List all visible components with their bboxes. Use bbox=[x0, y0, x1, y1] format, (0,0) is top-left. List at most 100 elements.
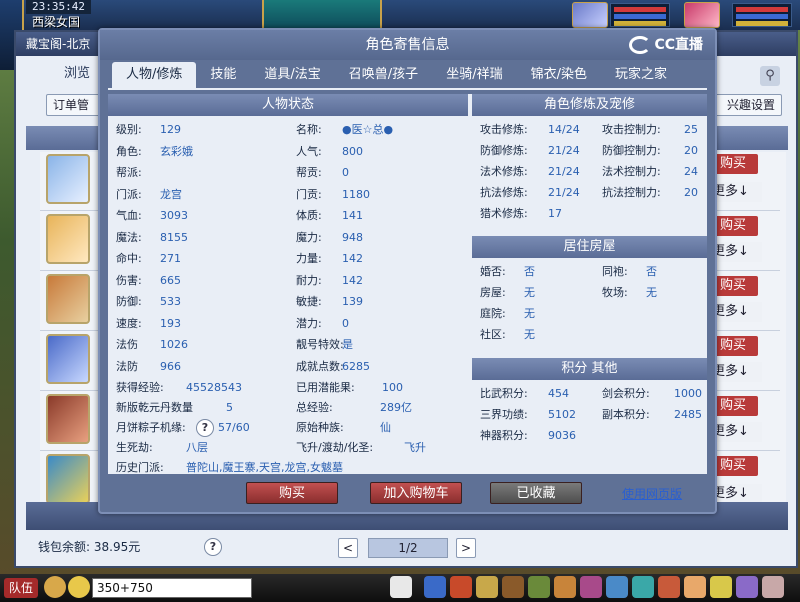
stat-left-value: 龙宫 bbox=[160, 187, 182, 201]
right-panel: 角色修炼及宠修 攻击修炼: 14/24 攻击控制力: 25 防御修炼: 21/24 防御控制… bbox=[472, 94, 707, 474]
listing-avatar[interactable] bbox=[46, 214, 90, 264]
give-icon[interactable] bbox=[476, 576, 498, 598]
pet-avatar[interactable] bbox=[572, 2, 608, 28]
points-grid-a-label: 比武积分: bbox=[480, 387, 528, 400]
microphone-icon[interactable] bbox=[44, 576, 66, 598]
stat-mid-label: 体质: bbox=[296, 209, 322, 222]
item-bag-icon[interactable] bbox=[450, 576, 472, 598]
more-button[interactable]: 更多↓ bbox=[710, 362, 762, 382]
tab-skills[interactable]: 技能 bbox=[196, 62, 250, 88]
listing-item-icon[interactable] bbox=[46, 274, 90, 324]
house-grid-b-row: 同袍: 否 bbox=[602, 262, 657, 282]
stat-left-label: 命中: bbox=[116, 252, 142, 265]
tab-summons-children[interactable]: 召唤兽/孩子 bbox=[335, 62, 432, 88]
favorited-button[interactable]: 已收藏 bbox=[490, 482, 582, 504]
help-icon[interactable]: ? bbox=[196, 419, 214, 437]
game-clock: 23:35:42 bbox=[26, 0, 91, 14]
emoji-icon[interactable] bbox=[68, 576, 90, 598]
house-grid-a-row: 婚否: 否 bbox=[480, 262, 535, 282]
more-button[interactable]: 更多↓ bbox=[710, 302, 762, 322]
system-icon[interactable] bbox=[736, 576, 758, 598]
points-grid-a-row: 三界功绩: 5102 bbox=[480, 405, 576, 425]
smile-icon[interactable] bbox=[710, 576, 732, 598]
player-avatar[interactable] bbox=[684, 2, 720, 28]
stat-left-value: 533 bbox=[160, 295, 181, 308]
character-portrait-frame[interactable] bbox=[262, 0, 382, 30]
stat-mid-label: 成就点数: bbox=[296, 359, 344, 373]
house-grid-a-value: 否 bbox=[524, 265, 535, 278]
stat-mid-row: 潜力: 0 bbox=[296, 314, 349, 334]
stat-left-row: 速度: 193 bbox=[116, 314, 181, 334]
stat-mid-row: 门贡: 1180 bbox=[296, 185, 370, 205]
stat-mid-label: 耐力: bbox=[296, 273, 322, 287]
stat-mid-label: 魔力: bbox=[296, 230, 322, 244]
points-title: 积分 其他 bbox=[472, 358, 707, 380]
stat-mid-row: 靓号特效: 是 bbox=[296, 335, 353, 355]
settings-icon[interactable] bbox=[762, 576, 784, 598]
achievement-icon[interactable] bbox=[658, 576, 680, 598]
extra-stat-label: 获得经验: bbox=[116, 381, 164, 394]
listing-avatar[interactable] bbox=[46, 154, 90, 204]
extra-stat-2-value: 仙 bbox=[380, 421, 391, 434]
points-grid: 比武积分: 454 剑会积分: 1000 三界功绩: 5102 副本积分: 2485 神器积分:… bbox=[472, 380, 707, 460]
listing-avatar[interactable] bbox=[46, 394, 90, 444]
prev-page-button[interactable]: < bbox=[338, 538, 358, 558]
tab-outfits-dye[interactable]: 锦衣/染色 bbox=[517, 62, 601, 88]
top-hud-strip bbox=[0, 0, 800, 30]
more-button[interactable]: 更多↓ bbox=[710, 242, 762, 262]
stat-mid-label: 力量: bbox=[296, 252, 322, 265]
stat-left-row: 魔法: 8155 bbox=[116, 228, 188, 248]
stat-mid-value: 139 bbox=[342, 295, 363, 308]
cult-grid-a-label: 攻击修炼: bbox=[480, 123, 528, 136]
use-web-version-link[interactable]: 使用网页版 bbox=[622, 485, 682, 502]
tab-items-treasures[interactable]: 道具/法宝 bbox=[250, 62, 334, 88]
cult-grid-a-value: 21/24 bbox=[548, 144, 580, 157]
listing-avatar[interactable] bbox=[46, 334, 90, 384]
stat-mid-label: 门贡: bbox=[296, 187, 322, 201]
stat-mid-label: 敏捷: bbox=[296, 295, 322, 308]
tab-character-cultivation[interactable]: 人物/修炼 bbox=[112, 62, 197, 88]
team-icon[interactable] bbox=[528, 576, 550, 598]
help-icon[interactable]: ? bbox=[204, 538, 222, 556]
house-grid-a-row: 房屋: 无 bbox=[480, 283, 535, 303]
more-button[interactable]: 更多↓ bbox=[710, 422, 762, 442]
points-grid-b-value: 2485 bbox=[674, 408, 702, 421]
quest-icon[interactable] bbox=[554, 576, 576, 598]
map-icon[interactable] bbox=[632, 576, 654, 598]
team-button[interactable]: 队伍 bbox=[4, 578, 38, 598]
search-icon[interactable]: ⚲ bbox=[760, 66, 780, 86]
cult-grid-b-value: 25 bbox=[684, 123, 698, 136]
add-to-cart-button[interactable]: 加入购物车 bbox=[370, 482, 462, 504]
cult-grid-a-label: 猎术修炼: bbox=[480, 207, 528, 220]
cult-grid-a-row: 攻击修炼: 14/24 bbox=[480, 120, 580, 140]
extra-stat-row: 历史门派: 普陀山,魔王寨,天宫,龙宫,女魃墓 bbox=[116, 458, 343, 478]
tab-browse[interactable]: 浏览 bbox=[64, 62, 90, 81]
house-grid-a-label: 庭院: bbox=[480, 307, 506, 320]
more-button[interactable]: 更多↓ bbox=[710, 484, 762, 504]
cult-grid-a-row: 防御修炼: 21/24 bbox=[480, 141, 580, 161]
gift-icon[interactable] bbox=[684, 576, 706, 598]
stat-left-row: 帮派: bbox=[116, 163, 142, 183]
stat-mid-value: 是 bbox=[342, 338, 353, 351]
stat-left-label: 气血: bbox=[116, 209, 142, 222]
listing-avatar[interactable] bbox=[46, 454, 90, 504]
more-button[interactable]: 更多↓ bbox=[710, 182, 762, 202]
guild-icon[interactable] bbox=[580, 576, 602, 598]
pet-icon[interactable] bbox=[390, 576, 412, 598]
tab-player-home[interactable]: 玩家之家 bbox=[601, 62, 681, 88]
stat-left-value: 665 bbox=[160, 273, 181, 287]
friends-icon[interactable] bbox=[606, 576, 628, 598]
extra-stat-2-row: 总经验: 289亿 bbox=[296, 398, 412, 418]
next-page-button[interactable]: > bbox=[456, 538, 476, 558]
house-grid-b-label: 同袍: bbox=[602, 265, 628, 278]
stat-mid-value: 1180 bbox=[342, 187, 370, 201]
cult-grid-a-value: 14/24 bbox=[548, 123, 580, 136]
buy-button[interactable]: 购买 bbox=[246, 482, 338, 504]
points-grid-a-label: 神器积分: bbox=[480, 429, 528, 442]
attack-icon[interactable] bbox=[424, 576, 446, 598]
trade-icon[interactable] bbox=[502, 576, 524, 598]
chat-input[interactable]: 350+750 bbox=[92, 578, 252, 598]
tab-mounts[interactable]: 坐骑/祥瑞 bbox=[432, 62, 516, 88]
house-grid-b-value: 否 bbox=[646, 265, 657, 278]
stat-mid-row: 敏捷: 139 bbox=[296, 292, 363, 312]
